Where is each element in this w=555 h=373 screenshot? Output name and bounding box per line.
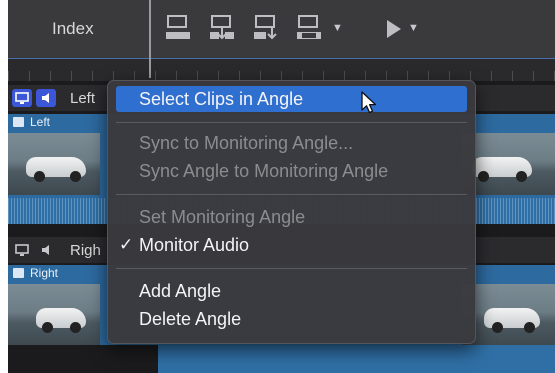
index-button[interactable]: Index — [52, 19, 94, 39]
menu-separator — [116, 268, 467, 269]
clip-title: Right — [30, 266, 59, 280]
clip-thumbnail — [8, 284, 100, 346]
timeline-toolbar: Index ▼ ▼ — [8, 0, 555, 59]
angle-context-menu: Select Clips in Angle Sync to Monitoring… — [107, 80, 476, 344]
angle-name-label: Left — [70, 90, 96, 107]
append-clip-icon[interactable] — [253, 14, 279, 42]
angle-name-label: Righ — [70, 242, 101, 259]
menu-item-monitor-audio[interactable]: ✓ Monitor Audio — [116, 232, 467, 258]
menu-item-label: Add Angle — [139, 281, 222, 301]
timeline-gap — [8, 345, 158, 373]
menu-item-select-clips-in-angle[interactable]: Select Clips in Angle — [116, 86, 467, 112]
menu-item-label: Select Clips in Angle — [139, 89, 304, 109]
edit-mode-chevron-down-icon[interactable]: ▼ — [332, 22, 343, 34]
menu-item-sync-angle-to-monitoring-angle[interactable]: Sync Angle to Monitoring Angle — [116, 158, 467, 184]
menu-item-set-monitoring-angle[interactable]: Set Monitoring Angle — [116, 204, 467, 230]
connect-clip-icon[interactable] — [165, 14, 191, 42]
clip-film-icon — [13, 268, 24, 278]
checkmark-icon: ✓ — [119, 235, 134, 254]
menu-separator — [116, 122, 467, 123]
skimmer-line — [149, 0, 151, 78]
tool-chevron-down-icon[interactable]: ▼ — [408, 22, 419, 34]
timeline-frame: Index ▼ ▼ Left Left Righ Right Select Cl… — [8, 0, 555, 373]
mouse-pointer-icon — [360, 91, 378, 120]
clip-title: Left — [30, 115, 51, 129]
clip-film-icon — [13, 117, 24, 127]
menu-item-delete-angle[interactable]: Delete Angle — [116, 306, 467, 332]
menu-item-label: Delete Angle — [139, 309, 242, 329]
timeline-ruler[interactable] — [8, 59, 555, 81]
menu-item-label: Sync to Monitoring Angle... — [139, 133, 354, 153]
video-monitor-icon[interactable] — [12, 241, 32, 259]
audio-speaker-icon[interactable] — [36, 241, 56, 259]
menu-separator — [116, 194, 467, 195]
menu-item-label: Monitor Audio — [139, 235, 250, 255]
select-tool-arrow-icon[interactable] — [384, 18, 404, 40]
menu-item-label: Sync Angle to Monitoring Angle — [139, 161, 389, 181]
video-monitor-icon[interactable] — [12, 89, 32, 107]
menu-item-label: Set Monitoring Angle — [139, 207, 306, 227]
audio-speaker-icon[interactable] — [36, 89, 56, 107]
insert-clip-icon[interactable] — [209, 14, 235, 42]
menu-item-add-angle[interactable]: Add Angle — [116, 278, 467, 304]
overwrite-clip-icon[interactable] — [296, 14, 322, 42]
clip-thumbnail — [8, 133, 100, 195]
menu-item-sync-to-monitoring-angle[interactable]: Sync to Monitoring Angle... — [116, 130, 467, 156]
